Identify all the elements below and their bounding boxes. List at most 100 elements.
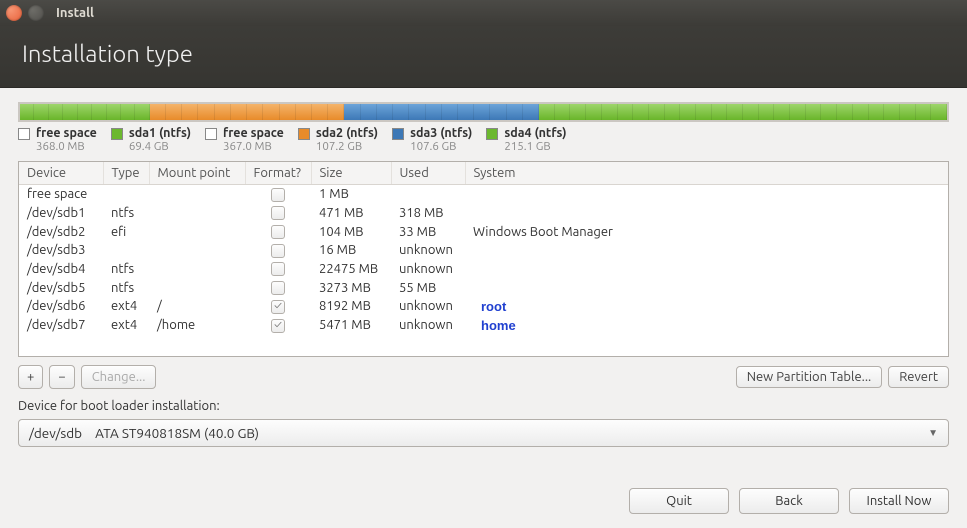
partition-table[interactable]: DeviceTypeMount pointFormat?SizeUsedSyst… <box>18 161 949 357</box>
back-button[interactable]: Back <box>739 488 839 514</box>
table-cell: 22475 MB <box>311 260 391 279</box>
table-row[interactable]: /dev/sdb7ext4/home 5471 MBunknown home <box>19 316 948 335</box>
table-cell <box>149 185 245 204</box>
table-cell: /dev/sdb7 <box>19 316 103 335</box>
table-cell: /dev/sdb4 <box>19 260 103 279</box>
table-cell: ntfs <box>103 260 149 279</box>
table-cell <box>149 204 245 223</box>
column-header[interactable]: Size <box>311 162 391 185</box>
table-cell: home <box>465 316 948 335</box>
legend-size: 107.6 GB <box>410 140 472 153</box>
column-header[interactable]: System <box>465 162 948 185</box>
table-cell: 55 MB <box>391 278 465 297</box>
table-cell: ntfs <box>103 278 149 297</box>
add-partition-button[interactable]: + <box>18 365 43 389</box>
partition-segment <box>539 104 947 120</box>
table-cell: unknown <box>391 316 465 335</box>
table-cell: 33 MB <box>391 222 465 241</box>
table-cell: 318 MB <box>391 204 465 223</box>
table-row[interactable]: /dev/sdb1ntfs471 MB318 MB <box>19 204 948 223</box>
swatch-icon <box>205 128 217 140</box>
window-title: Install <box>56 6 94 20</box>
table-cell: ext4 <box>103 316 149 335</box>
legend-label: sda1 (ntfs) <box>129 126 191 140</box>
quit-button[interactable]: Quit <box>629 488 729 514</box>
change-partition-button[interactable]: Change... <box>81 365 157 389</box>
annotation: root <box>481 299 506 314</box>
minimize-icon[interactable] <box>28 5 44 21</box>
table-cell <box>465 241 948 260</box>
partition-segment <box>344 104 539 120</box>
table-cell <box>465 278 948 297</box>
footer-buttons: Quit Back Install Now <box>0 478 967 528</box>
new-partition-table-button[interactable]: New Partition Table... <box>736 366 883 388</box>
table-row[interactable]: /dev/sdb2efi104 MB33 MBWindows Boot Mana… <box>19 222 948 241</box>
table-row[interactable]: /dev/sdb5ntfs3273 MB55 MB <box>19 278 948 297</box>
table-cell: unknown <box>391 241 465 260</box>
table-cell <box>149 222 245 241</box>
table-cell: 5471 MB <box>311 316 391 335</box>
legend-size: 368.0 MB <box>36 140 97 153</box>
legend-item: sda1 (ntfs)69.4 GB <box>111 126 191 153</box>
format-checkbox[interactable] <box>271 300 285 314</box>
format-checkbox[interactable] <box>271 206 285 220</box>
table-cell <box>465 185 948 204</box>
table-cell <box>245 260 311 279</box>
table-row[interactable]: /dev/sdb6ext4/8192 MBunknownroot <box>19 297 948 316</box>
install-now-button[interactable]: Install Now <box>849 488 949 514</box>
swatch-icon <box>298 128 310 140</box>
annotation: home <box>481 318 516 333</box>
table-cell: / <box>149 297 245 316</box>
legend-size: 69.4 GB <box>129 140 191 153</box>
format-checkbox[interactable] <box>271 281 285 295</box>
format-checkbox[interactable] <box>271 225 285 239</box>
legend-size: 367.0 MB <box>223 140 284 153</box>
table-cell <box>149 278 245 297</box>
format-checkbox[interactable] <box>271 244 285 258</box>
close-icon[interactable] <box>6 5 22 21</box>
column-header[interactable]: Mount point <box>149 162 245 185</box>
table-cell: /dev/sdb1 <box>19 204 103 223</box>
table-cell <box>245 278 311 297</box>
table-cell: 8192 MB <box>311 297 391 316</box>
partition-segment <box>150 104 345 120</box>
swatch-icon <box>18 128 30 140</box>
format-checkbox[interactable] <box>271 262 285 276</box>
revert-button[interactable]: Revert <box>888 366 949 388</box>
column-header[interactable]: Format? <box>245 162 311 185</box>
column-header[interactable]: Device <box>19 162 103 185</box>
legend-item: free space368.0 MB <box>18 126 97 153</box>
bootloader-device-select[interactable]: /dev/sdb ATA ST940818SM (40.0 GB) ▼ <box>18 419 949 447</box>
format-checkbox[interactable] <box>271 319 285 333</box>
chevron-down-icon: ▼ <box>928 427 938 439</box>
remove-partition-button[interactable]: − <box>49 365 74 389</box>
bootloader-label: Device for boot loader installation: <box>18 399 949 413</box>
format-checkbox[interactable] <box>271 188 285 202</box>
content-area: free space368.0 MB sda1 (ntfs)69.4 GB free… <box>0 88 967 478</box>
legend-label: sda2 (ntfs) <box>316 126 378 140</box>
table-row[interactable]: /dev/sdb316 MBunknown <box>19 241 948 260</box>
table-cell <box>149 260 245 279</box>
page-title: Installation type <box>0 26 967 88</box>
table-cell: 104 MB <box>311 222 391 241</box>
column-header[interactable]: Type <box>103 162 149 185</box>
table-cell: /dev/sdb2 <box>19 222 103 241</box>
table-cell: root <box>465 297 948 316</box>
table-cell <box>149 241 245 260</box>
legend-item: sda3 (ntfs)107.6 GB <box>392 126 472 153</box>
table-cell: /dev/sdb3 <box>19 241 103 260</box>
table-cell: 3273 MB <box>311 278 391 297</box>
table-cell <box>103 185 149 204</box>
table-cell: /home <box>149 316 245 335</box>
table-cell: unknown <box>391 260 465 279</box>
partition-bar <box>18 102 949 122</box>
table-row[interactable]: /dev/sdb4ntfs 22475 MBunknown <box>19 260 948 279</box>
table-cell: 1 MB <box>311 185 391 204</box>
swatch-icon <box>392 128 404 140</box>
table-row[interactable]: free space1 MB <box>19 185 948 204</box>
table-cell: efi <box>103 222 149 241</box>
legend-item: free space367.0 MB <box>205 126 284 153</box>
table-cell <box>245 241 311 260</box>
column-header[interactable]: Used <box>391 162 465 185</box>
swatch-icon <box>486 128 498 140</box>
